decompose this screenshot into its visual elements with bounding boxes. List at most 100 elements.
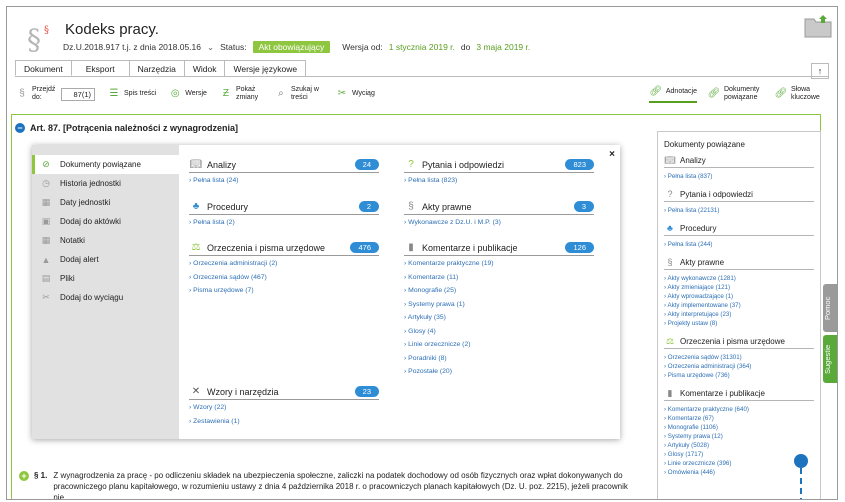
section-link[interactable]: Pozostałe (20) xyxy=(404,367,594,378)
panel-link[interactable]: Komentarze (67) xyxy=(664,414,814,423)
annotations-button[interactable]: 🔗︎ Adnotacje xyxy=(648,85,697,103)
excerpt-icon: ✂ xyxy=(337,88,347,99)
section-link[interactable]: Komentarze praktyczne (19) xyxy=(404,259,594,270)
section-pytania: ? Pytania i odpowiedzi 823 Pełna lista (… xyxy=(404,159,594,187)
version-to-link[interactable]: 3 maja 2019 r. xyxy=(476,42,530,52)
menu-item-daty[interactable]: ▦ Daty jednostki xyxy=(32,193,179,212)
section-link[interactable]: Poradniki (8) xyxy=(404,354,594,365)
section-link[interactable]: Pełna lista (24) xyxy=(189,176,379,187)
panel-link[interactable]: Akty zmieniające (121) xyxy=(664,283,814,292)
panel-link[interactable]: Pełna lista (244) xyxy=(664,240,814,249)
search-in-button[interactable]: ⌕ Szukaj w treści xyxy=(274,86,323,102)
section-link[interactable]: Pełna lista (2) xyxy=(189,218,379,229)
section-link[interactable]: Linie orzecznicze (2) xyxy=(404,340,594,351)
app-window: § § Kodeks pracy. Dz.U.2018.917 t.j. z dn… xyxy=(6,6,838,500)
tabs-divider xyxy=(15,76,829,77)
versions-button[interactable]: ◎ Wersje xyxy=(168,87,207,101)
panel-link[interactable]: Akty implementowane (37) xyxy=(664,301,814,310)
tab-dokument[interactable]: Dokument xyxy=(15,60,72,76)
panel-section-links: Orzeczenia sądów (31301) Orzeczenia admi… xyxy=(664,349,814,386)
panel-section-analizy: 📖︎ Analizy Pełna lista (837) xyxy=(664,153,814,187)
section-icon: § xyxy=(408,201,414,212)
panel-section-header: ? Pytania i odpowiedzi xyxy=(664,187,814,202)
menu-item-historia[interactable]: ◷ Historia jednostki xyxy=(32,174,179,193)
panel-link[interactable]: Linie orzecznicze (396) xyxy=(664,459,814,468)
expand-icon[interactable]: + xyxy=(19,470,29,481)
panel-link[interactable]: Pełna lista (22131) xyxy=(664,206,814,215)
panel-section-header: § Akty prawne xyxy=(664,255,814,270)
panel-section-links: Akty wykonawcze (1281) Akty zmieniające … xyxy=(664,270,814,334)
section-link[interactable]: Orzeczenia sądów (467) xyxy=(189,273,379,284)
section-header: ⚖ Orzeczenia i pisma urzędowe 476 xyxy=(189,242,379,256)
excerpt-icon: ✂ xyxy=(42,292,50,302)
goto-input[interactable]: 87(1) xyxy=(61,87,95,101)
section-link[interactable]: Wzory (22) xyxy=(189,403,379,414)
version-from-link[interactable]: 1 stycznia 2019 r. xyxy=(389,42,455,52)
section-link[interactable]: Orzeczenia administracji (2) xyxy=(189,259,379,270)
popup-content: 📖︎ Analizy 24 Pełna lista (24) ? Pytania… xyxy=(179,145,620,439)
folder-icon[interactable] xyxy=(803,13,833,39)
panel-link[interactable]: Systemy prawa (12) xyxy=(664,432,814,441)
toolbar-right: 🔗︎ Adnotacje 🔗︎ Dokumenty powiązane 🔗︎ S… xyxy=(648,85,829,103)
toc-button[interactable]: ☰ Spis treści xyxy=(107,87,157,101)
panel-section-orzeczenia: ⚖ Orzeczenia i pisma urzędowe Orzeczenia… xyxy=(664,334,814,386)
document-toolbar: § Przejdź do: 87(1) ☰ Spis treści ◎ Wers… xyxy=(15,81,829,107)
article-paragraph: + § 1. Z wynagrodzenia za pracę - po odl… xyxy=(19,470,629,499)
menu-item-alert[interactable]: ▲ Dodaj alert xyxy=(32,250,179,269)
panel-link[interactable]: Orzeczenia sądów (31301) xyxy=(664,353,814,362)
menu-item-dokumenty-powiazane[interactable]: ⊘ Dokumenty powiązane xyxy=(32,155,179,174)
menu-item-notatki[interactable]: ▦ Notatki xyxy=(32,231,179,250)
section-link[interactable]: Pisma urzędowe (7) xyxy=(189,286,379,297)
panel-link[interactable]: Pełna lista (837) xyxy=(664,172,814,181)
section-links: Wzory (22) Zestawienia (1) xyxy=(189,403,379,427)
panel-link[interactable]: Akty interpretujące (23) xyxy=(664,310,814,319)
section-link[interactable]: Wykonawcze z Dz.U. i M.P. (3) xyxy=(404,218,594,229)
suggestions-tab[interactable]: Sugestie xyxy=(823,335,837,383)
panel-section-title: Pytania i odpowiedzi xyxy=(680,189,753,199)
related-docs-button[interactable]: 🔗︎ Dokumenty powiązane xyxy=(707,86,764,102)
menu-item-aktowka[interactable]: ▣ Dodaj do aktówki xyxy=(32,212,179,231)
panel-link[interactable]: Akty wykonawcze (1281) xyxy=(664,274,814,283)
chevron-down-icon[interactable]: ⌄ xyxy=(207,42,214,53)
panel-link[interactable]: Orzeczenia administracji (364) xyxy=(664,362,814,371)
versions-label: Wersje xyxy=(185,90,207,97)
status-badge: Akt obowiązujący xyxy=(252,41,331,53)
panel-link[interactable]: Omówienia (446) xyxy=(664,468,814,477)
menu-item-wyciag[interactable]: ✂ Dodaj do wyciągu xyxy=(32,288,179,307)
help-tab[interactable]: Pomoc xyxy=(823,284,837,332)
section-link[interactable]: Systemy prawa (1) xyxy=(404,300,594,311)
keywords-label: Słowa kluczowe xyxy=(791,86,820,101)
section-link[interactable]: Komentarze (11) xyxy=(404,273,594,284)
section-link[interactable]: Monografie (25) xyxy=(404,286,594,297)
section-links: Pełna lista (2) xyxy=(189,218,379,229)
tab-narzedzia[interactable]: Narzędzia xyxy=(128,60,185,76)
tab-widok[interactable]: Widok xyxy=(183,60,226,76)
section-link[interactable]: Glosy (4) xyxy=(404,327,594,338)
count-badge: 24 xyxy=(354,159,379,170)
tools-icon: ✕ xyxy=(191,386,201,397)
panel-section-pytania: ? Pytania i odpowiedzi Pełna lista (2213… xyxy=(664,187,814,221)
scroll-handle[interactable] xyxy=(794,454,808,468)
tab-wersje-jezykowe[interactable]: Wersje językowe xyxy=(224,60,307,76)
panel-link[interactable]: Komentarze praktyczne (640) xyxy=(664,405,814,414)
panel-link[interactable]: Projekty ustaw (8) xyxy=(664,319,814,328)
section-link[interactable]: Pełna lista (823) xyxy=(404,176,594,187)
collapse-icon[interactable]: − xyxy=(15,123,25,133)
panel-section-header: ⚖ Orzeczenia i pisma urzędowe xyxy=(664,334,814,349)
menu-item-pliki[interactable]: ▤ Pliki xyxy=(32,269,179,288)
keywords-button[interactable]: 🔗︎ Słowa kluczowe xyxy=(774,86,821,102)
panel-link[interactable]: Akty wprowadzające (1) xyxy=(664,292,814,301)
section-link[interactable]: Artykuły (35) xyxy=(404,313,594,324)
show-changes-button[interactable]: Ƶ Pokaż zmiany xyxy=(219,86,262,102)
excerpt-button[interactable]: ✂ Wyciąg xyxy=(335,87,375,101)
question-icon: ? xyxy=(667,189,673,199)
panel-link[interactable]: Monografie (1106) xyxy=(664,423,814,432)
section-link[interactable]: Zestawienia (1) xyxy=(189,417,379,428)
tab-eksport[interactable]: Eksport xyxy=(70,60,130,76)
panel-link[interactable]: Glosy (1717) xyxy=(664,450,814,459)
panel-link[interactable]: Artykuły (5028) xyxy=(664,441,814,450)
section-icon: § xyxy=(667,257,673,267)
bell-icon: ▲ xyxy=(41,254,51,265)
panel-link[interactable]: Pisma urzędowe (736) xyxy=(664,371,814,380)
arrow-up-icon[interactable]: ↑ xyxy=(811,63,829,79)
